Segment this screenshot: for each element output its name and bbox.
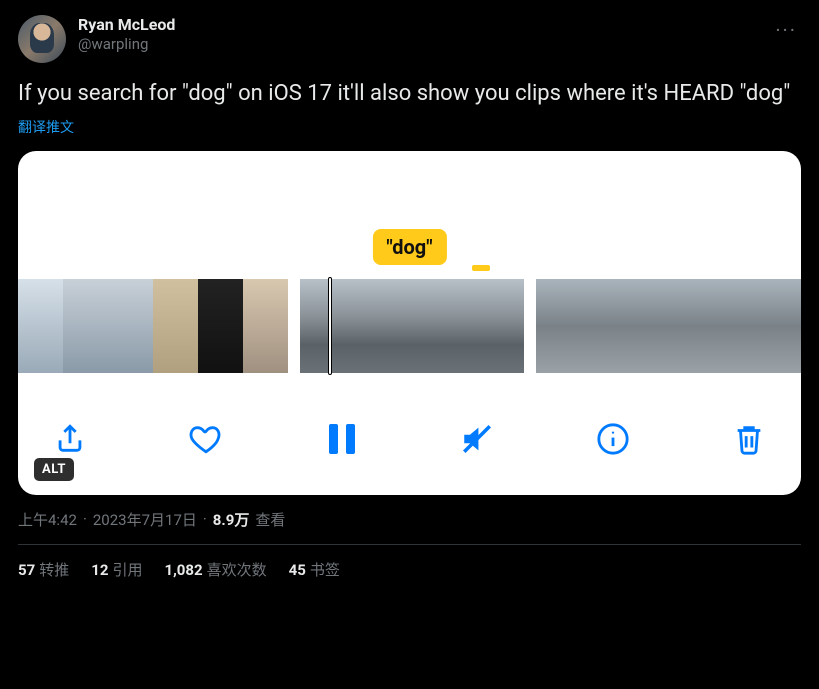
avatar[interactable] [18,15,66,63]
trash-icon[interactable] [731,421,767,457]
quotes-label: 引用 [112,561,142,579]
alt-badge[interactable]: ALT [34,458,74,481]
timeline-strips[interactable] [18,279,801,373]
clip-frame [18,279,63,373]
playhead[interactable] [328,277,332,375]
retweets-label: 转推 [39,561,69,579]
clip-frame [108,279,153,373]
mute-icon[interactable] [459,421,495,457]
clip-frame [761,279,801,373]
likes-label: 喜欢次数 [207,561,267,579]
tweet-text: If you search for "dog" on iOS 17 it'll … [18,79,801,109]
clip-frame [716,279,761,373]
clip-frame [375,279,450,373]
quotes-count: 12 [91,561,108,579]
clip-frame [63,279,108,373]
clip-strip[interactable] [536,279,801,373]
caption-marker [472,265,490,271]
bookmarks-label: 书签 [310,561,340,579]
dot-separator: · [83,510,87,528]
clip-frame [671,279,716,373]
meta-row: 上午4:42 · 2023年7月17日 · 8.9万 查看 [18,509,801,530]
retweets-stat[interactable]: 57转推 [18,559,69,580]
more-menu-button[interactable]: ··· [775,18,797,42]
info-icon[interactable] [595,421,631,457]
clip-frame [153,279,198,373]
clip-frame [300,279,375,373]
clip-frame [626,279,671,373]
retweets-count: 57 [18,561,35,579]
tweet: Ryan McLeod @warpling ··· If you search … [0,0,819,594]
clip-frame [243,279,288,373]
handle[interactable]: @warpling [78,35,175,54]
clip-frame [198,279,243,373]
media-card[interactable]: "dog" [18,151,801,495]
share-icon[interactable] [52,421,88,457]
bookmarks-stat[interactable]: 45书签 [289,559,340,580]
caption-tag: "dog" [372,229,446,265]
clip-frame [581,279,626,373]
likes-count: 1,082 [164,561,202,579]
tweet-date[interactable]: 2023年7月17日 [93,509,197,530]
heart-icon[interactable] [188,421,224,457]
author-names: Ryan McLeod @warpling [78,15,175,54]
views-count: 8.9万 [213,509,250,530]
tweet-time[interactable]: 上午4:42 [18,509,77,530]
likes-stat[interactable]: 1,082 喜欢次数 [164,559,266,580]
clip-strip[interactable] [300,279,524,373]
tweet-header: Ryan McLeod @warpling [18,15,801,63]
quotes-stat[interactable]: 12引用 [91,559,142,580]
dot-separator: · [203,510,207,528]
translate-link[interactable]: 翻译推文 [18,117,801,137]
display-name[interactable]: Ryan McLeod [78,15,175,35]
views-label: 查看 [255,509,285,530]
clip-frame [536,279,581,373]
clip-strip[interactable] [18,279,288,373]
bookmarks-count: 45 [289,561,306,579]
stats-row: 57转推 12引用 1,082 喜欢次数 45书签 [18,545,801,594]
clip-frame [449,279,524,373]
media-toolbar [18,411,801,467]
pause-icon[interactable] [324,421,360,457]
